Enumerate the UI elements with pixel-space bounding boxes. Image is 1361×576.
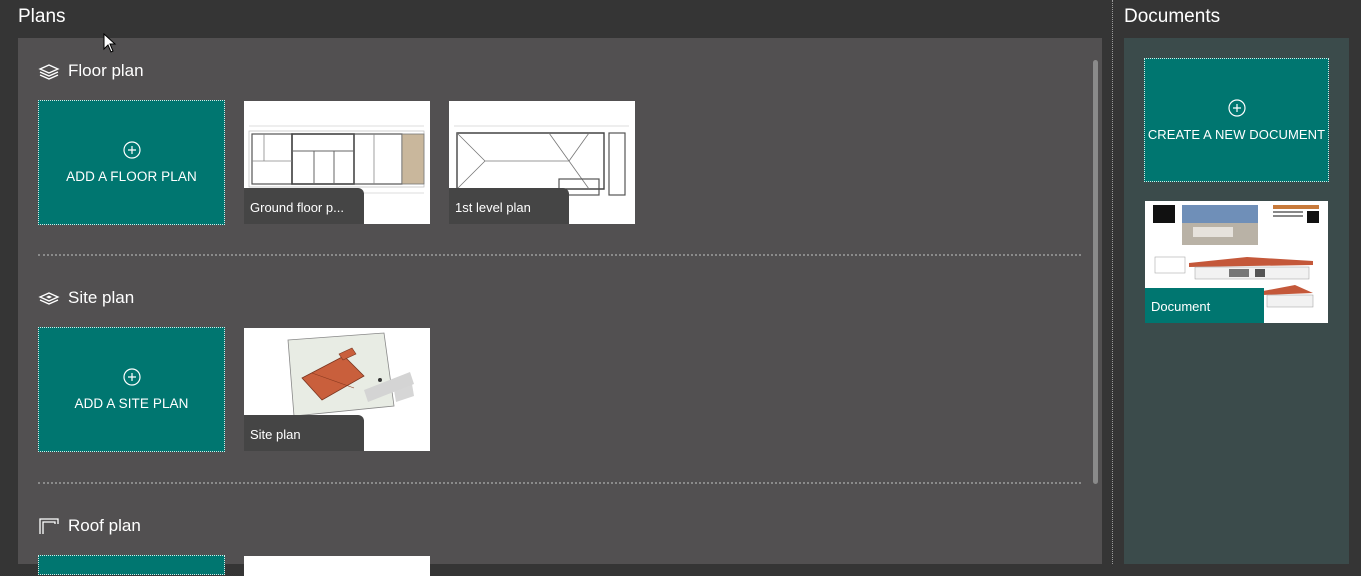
add-roof-plan-button[interactable] [38, 555, 225, 575]
panel-divider [1112, 0, 1113, 564]
layers-icon [38, 64, 60, 80]
section-site-plan-title: Site plan [38, 288, 134, 308]
plan-thumbnail-label: Site plan [244, 415, 364, 451]
document-label: Document [1145, 288, 1264, 323]
plan-thumbnail-site[interactable]: Site plan [244, 328, 430, 451]
roof-icon [39, 518, 59, 534]
mouse-cursor-icon [103, 33, 117, 53]
create-document-label: CREATE A NEW DOCUMENT [1147, 126, 1326, 142]
section-divider [38, 254, 1081, 256]
add-floor-plan-button[interactable]: ADD A FLOOR PLAN [38, 100, 225, 225]
plan-thumbnail-roof[interactable] [244, 556, 430, 576]
add-floor-plan-label: ADD A FLOOR PLAN [66, 169, 197, 184]
section-floor-plan-title: Floor plan [38, 61, 144, 81]
plan-thumbnail-label: Ground floor p... [244, 188, 364, 224]
plan-thumbnail-ground-floor[interactable]: Ground floor p... [244, 101, 430, 224]
plan-thumbnail-1st-level[interactable]: 1st level plan [449, 101, 635, 224]
site-layer-icon [38, 292, 60, 305]
section-divider [38, 482, 1081, 484]
section-title-label: Site plan [68, 288, 135, 307]
section-roof-plan-title: Roof plan [38, 516, 141, 536]
add-site-plan-label: ADD A SITE PLAN [74, 396, 189, 411]
plus-circle-icon [122, 368, 141, 386]
section-title-label: Floor plan [68, 61, 144, 80]
documents-title: Documents [1124, 6, 1221, 27]
create-document-button[interactable]: CREATE A NEW DOCUMENT [1144, 58, 1329, 182]
plan-thumbnail-label: 1st level plan [449, 188, 569, 224]
add-site-plan-button[interactable]: ADD A SITE PLAN [38, 327, 225, 452]
plans-scrollbar[interactable] [1093, 60, 1098, 484]
section-title-label: Roof plan [68, 516, 141, 535]
plus-circle-icon [1227, 98, 1246, 117]
document-thumbnail[interactable]: Document [1145, 201, 1328, 323]
plus-circle-icon [122, 141, 141, 159]
plans-title: Plans [18, 6, 66, 27]
